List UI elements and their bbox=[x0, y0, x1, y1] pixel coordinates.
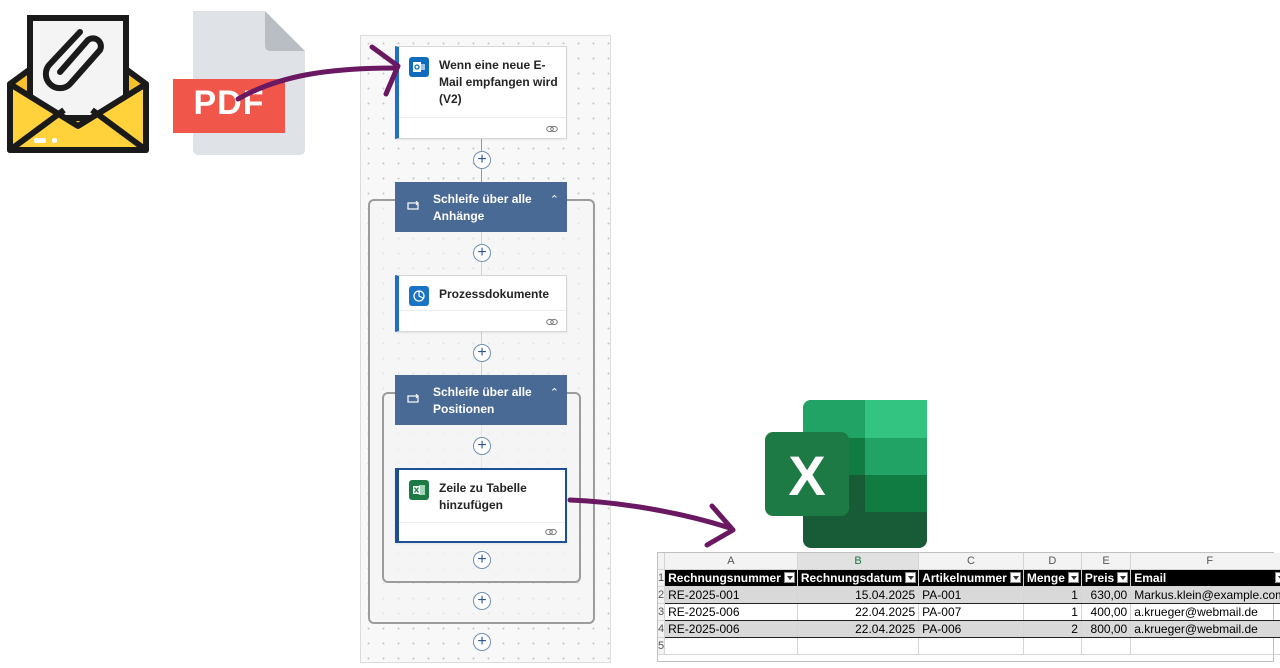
table-row: 5 bbox=[658, 637, 1280, 655]
table-header-cell[interactable]: Rechnungsdatum bbox=[797, 569, 920, 587]
row-header[interactable]: 3 bbox=[658, 603, 666, 621]
table-header-cell[interactable]: Preis bbox=[1081, 569, 1132, 587]
table-cell[interactable]: RE-2025-001 bbox=[664, 586, 798, 604]
table-cell[interactable]: 22.04.2025 bbox=[797, 603, 920, 621]
table-row: 3 RE-2025-006 22.04.2025 PA-007 1 400,00… bbox=[658, 603, 1280, 621]
row-header[interactable]: 4 bbox=[658, 620, 666, 638]
table-cell[interactable]: RE-2025-006 bbox=[664, 620, 798, 638]
table-cell[interactable]: 800,00 bbox=[1081, 620, 1132, 638]
table-cell[interactable]: 400,00 bbox=[1081, 603, 1132, 621]
filter-dropdown-icon[interactable] bbox=[783, 572, 795, 583]
table-cell[interactable] bbox=[664, 637, 798, 655]
table-header-cell[interactable]: Rechnungsnummer bbox=[664, 569, 798, 587]
table-cell[interactable]: RE-2025-006 bbox=[664, 603, 798, 621]
table-cell[interactable]: 630,00 bbox=[1081, 586, 1132, 604]
table-cell[interactable]: PA-007 bbox=[918, 603, 1024, 621]
table-cell[interactable]: 1 bbox=[1023, 603, 1082, 621]
table-cell[interactable]: 15.04.2025 bbox=[797, 586, 920, 604]
table-header-cell[interactable]: Artikelnummer bbox=[918, 569, 1024, 587]
table-cell[interactable] bbox=[797, 637, 920, 655]
column-header[interactable]: D bbox=[1023, 553, 1082, 570]
table-cell[interactable]: Markus.klein@example.com bbox=[1130, 586, 1280, 604]
table-cell[interactable]: a.krueger@webmail.de bbox=[1130, 603, 1280, 621]
column-header[interactable]: B bbox=[797, 553, 920, 570]
column-header[interactable]: C bbox=[918, 553, 1024, 570]
table-header-cell[interactable]: Email bbox=[1130, 569, 1280, 587]
filter-dropdown-icon[interactable] bbox=[1009, 572, 1021, 583]
row-header[interactable]: 2 bbox=[658, 586, 666, 604]
table-cell[interactable]: 1 bbox=[1023, 586, 1082, 604]
table-row: 2 RE-2025-001 15.04.2025 PA-001 1 630,00… bbox=[658, 586, 1280, 604]
table-cell[interactable] bbox=[1081, 637, 1132, 655]
table-cell[interactable]: 2 bbox=[1023, 620, 1082, 638]
row-header[interactable]: 1 bbox=[658, 569, 666, 587]
table-cell[interactable] bbox=[1130, 637, 1280, 655]
row-header[interactable]: 5 bbox=[658, 637, 666, 655]
filter-dropdown-icon[interactable] bbox=[1067, 572, 1079, 583]
table-cell[interactable]: PA-001 bbox=[918, 586, 1024, 604]
column-header[interactable]: F bbox=[1130, 553, 1280, 570]
table-cell[interactable] bbox=[918, 637, 1024, 655]
excel-letter: X bbox=[788, 444, 826, 507]
table-row: 4 RE-2025-006 22.04.2025 PA-006 2 800,00… bbox=[658, 620, 1280, 638]
filter-dropdown-icon[interactable] bbox=[1117, 572, 1129, 583]
filter-dropdown-icon[interactable] bbox=[905, 572, 917, 583]
table-cell[interactable]: 22.04.2025 bbox=[797, 620, 920, 638]
column-header[interactable]: E bbox=[1081, 553, 1132, 570]
filter-dropdown-icon[interactable] bbox=[1275, 572, 1280, 583]
table-cell[interactable] bbox=[1023, 637, 1082, 655]
table-header-cell[interactable]: Menge bbox=[1023, 569, 1082, 587]
table-cell[interactable]: a.krueger@webmail.de bbox=[1130, 620, 1280, 638]
table-cell[interactable]: PA-006 bbox=[918, 620, 1024, 638]
column-header[interactable]: A bbox=[664, 553, 798, 570]
excel-sheet: A B C D E F 1 Rechnungsnummer Rechnungsd… bbox=[657, 552, 1280, 662]
